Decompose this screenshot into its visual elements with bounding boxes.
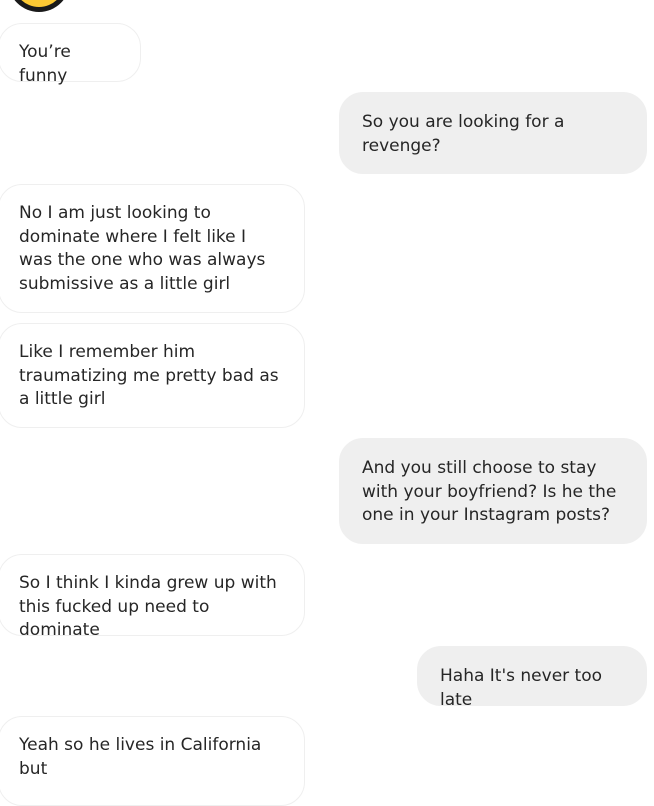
message-text: And you still choose to stay with your b… xyxy=(362,458,617,525)
message-text: Like I remember him traumatizing me pret… xyxy=(19,342,279,409)
message-bubble-incoming[interactable]: Like I remember him traumatizing me pret… xyxy=(0,323,305,428)
message-bubble-incoming[interactable]: Yeah so he lives in California but xyxy=(0,716,305,806)
message-text: Haha It's never too late xyxy=(440,666,603,710)
message-text: You’re funny xyxy=(19,42,71,86)
emoji-face-icon xyxy=(8,0,70,12)
message-text: Yeah so he lives in California but xyxy=(19,735,262,779)
message-text: No I am just looking to dominate where I… xyxy=(19,203,266,294)
message-bubble-outgoing[interactable]: And you still choose to stay with your b… xyxy=(339,438,647,544)
message-bubble-incoming[interactable]: No I am just looking to dominate where I… xyxy=(0,184,305,313)
message-bubble-incoming[interactable]: So I think I kinda grew up with this fuc… xyxy=(0,554,305,640)
message-bubble-incoming[interactable]: You’re funny xyxy=(0,23,141,86)
message-text: So I think I kinda grew up with this fuc… xyxy=(19,573,277,640)
message-bubble-outgoing[interactable]: So you are looking for a revenge? xyxy=(339,92,647,174)
message-text: So you are looking for a revenge? xyxy=(362,112,565,156)
message-bubble-outgoing[interactable]: Haha It's never too late xyxy=(417,646,647,710)
